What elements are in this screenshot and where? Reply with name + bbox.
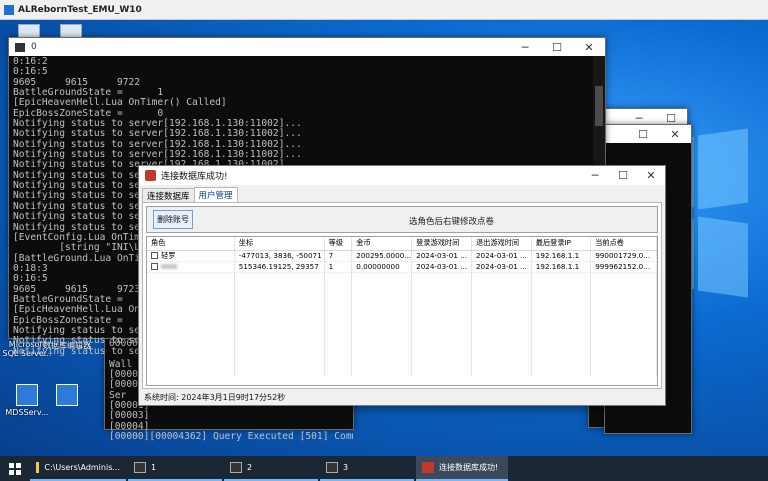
console-line: 0:16:2 xyxy=(13,56,48,67)
col-points[interactable]: 当前点卷 xyxy=(590,237,657,251)
minimize-icon[interactable]: ─ xyxy=(581,166,609,185)
hint-text: 选角色后右键修改点卷 xyxy=(409,217,495,227)
dialog-title: 连接数据库成功! xyxy=(161,172,228,182)
minimize-icon[interactable]: ─ xyxy=(509,38,541,56)
cell-level: 1 xyxy=(324,261,353,273)
start-button[interactable] xyxy=(0,456,30,481)
cell-login: 2024-03-01 ... xyxy=(411,261,472,273)
windows-start-icon xyxy=(9,462,21,475)
cell-name: 轻罗 xyxy=(161,250,176,260)
db-dialog[interactable]: 连接数据库成功! ─ ☐ ✕ 连接数据库 用户管理 删除账号 选角色后右键修改点… xyxy=(138,165,666,406)
col-logout-time[interactable]: 退出游戏时间 xyxy=(471,237,532,251)
mdsserv-icon xyxy=(16,384,38,406)
delete-account-button[interactable]: 删除账号 xyxy=(153,210,193,229)
console-main-titlebar[interactable]: 0 ─ ☐ ✕ xyxy=(9,38,605,56)
remote-session-title: ALRebornTest_EMU_W10 xyxy=(18,4,142,15)
remote-session-bar: ALRebornTest_EMU_W10 xyxy=(0,0,768,20)
taskbar-item-console-2[interactable]: 2 xyxy=(224,456,318,481)
table-row[interactable]: 轻罗 -477013, 3836, -50071 7 200295.0000..… xyxy=(147,250,657,262)
console-icon xyxy=(326,462,338,473)
console-icon xyxy=(134,462,146,473)
taskbar-item-console-1[interactable]: 1 xyxy=(128,456,222,481)
console-icon xyxy=(15,42,25,52)
user-management-panel: 删除账号 选角色后右键修改点卷 角色 坐标 等级 金币 登录游戏时间 退出游戏时… xyxy=(142,202,662,389)
app-icon xyxy=(145,170,156,181)
col-coords[interactable]: 坐标 xyxy=(234,237,325,251)
close-icon[interactable]: ✕ xyxy=(637,166,665,185)
shortcut-icon xyxy=(56,384,78,406)
cell-coords: 515346.19125, 29357 xyxy=(234,261,325,273)
cell-ip: 192.168.1.1 xyxy=(531,261,592,273)
taskbar-item-explorer[interactable]: C:\Users\Adminis... xyxy=(30,456,126,481)
col-login-time[interactable]: 登录游戏时间 xyxy=(411,237,472,251)
dialog-titlebar[interactable]: 连接数据库成功! ─ ☐ ✕ xyxy=(139,166,665,185)
console-2-titlebar[interactable]: ☐ ✕ xyxy=(605,125,691,143)
table-row[interactable]: 515346.19125, 29357 1 0.00000000 2024-03… xyxy=(147,261,657,273)
grid-header: 角色 坐标 等级 金币 登录游戏时间 退出游戏时间 最后登录IP 当前点卷 xyxy=(147,237,657,251)
row-checkbox[interactable] xyxy=(151,263,158,270)
close-icon[interactable]: ✕ xyxy=(573,38,605,56)
maximize-icon[interactable]: ☐ xyxy=(627,125,659,143)
cell-ip: 192.168.1.1 xyxy=(531,250,592,262)
system-time-status: 系统时间: 2024年3月1日9时17分52秒 xyxy=(144,393,286,402)
console-icon xyxy=(230,462,242,473)
cell-coords: -477013, 3836, -50071 xyxy=(234,250,325,262)
action-box: 删除账号 选角色后右键修改点卷 xyxy=(146,206,658,233)
maximize-icon[interactable]: ☐ xyxy=(541,38,573,56)
folder-icon xyxy=(36,462,40,473)
cell-logout: 2024-03-01 ... xyxy=(471,250,532,262)
col-level[interactable]: 等级 xyxy=(324,237,353,251)
app-icon xyxy=(422,462,434,473)
cell-points: 990001729.0... xyxy=(590,250,657,262)
close-icon[interactable]: ✕ xyxy=(659,125,691,143)
cell-logout: 2024-03-01 ... xyxy=(471,261,532,273)
desktop-icon-shortcut[interactable] xyxy=(40,384,94,408)
tab-user-management[interactable]: 用户管理 xyxy=(193,187,238,202)
col-role[interactable]: 角色 xyxy=(147,237,235,251)
row-checkbox[interactable] xyxy=(151,251,158,259)
tab-connect-db[interactable]: 连接数据库 xyxy=(142,188,195,202)
col-last-ip[interactable]: 最后登录IP xyxy=(531,237,592,251)
character-grid[interactable]: 角色 坐标 等级 金币 登录游戏时间 退出游戏时间 最后登录IP 当前点卷 轻罗… xyxy=(146,236,658,386)
remote-desktop-icon xyxy=(4,4,14,15)
dialog-tabs: 连接数据库 用户管理 xyxy=(142,187,238,203)
cell-gold: 200295.0000... xyxy=(351,250,413,262)
blurred-name xyxy=(161,264,177,269)
maximize-icon[interactable]: ☐ xyxy=(609,166,637,185)
cell-login: 2024-03-01 ... xyxy=(411,250,472,262)
cell-points: 999962152.0... xyxy=(590,261,657,273)
taskbar-item-db-dialog[interactable]: 连接数据库成功! xyxy=(416,456,508,481)
cell-level: 7 xyxy=(324,250,353,262)
console-main-title: 0 xyxy=(31,42,37,52)
console-line: [00000][00004362] Query Executed [501] C… xyxy=(109,431,353,443)
cell-gold: 0.00000000 xyxy=(351,261,413,273)
col-gold[interactable]: 金币 xyxy=(351,237,413,251)
taskbar-item-console-3[interactable]: 3 xyxy=(320,456,414,481)
taskbar: C:\Users\Adminis... 1 2 3 连接数据库成功! xyxy=(0,456,768,481)
